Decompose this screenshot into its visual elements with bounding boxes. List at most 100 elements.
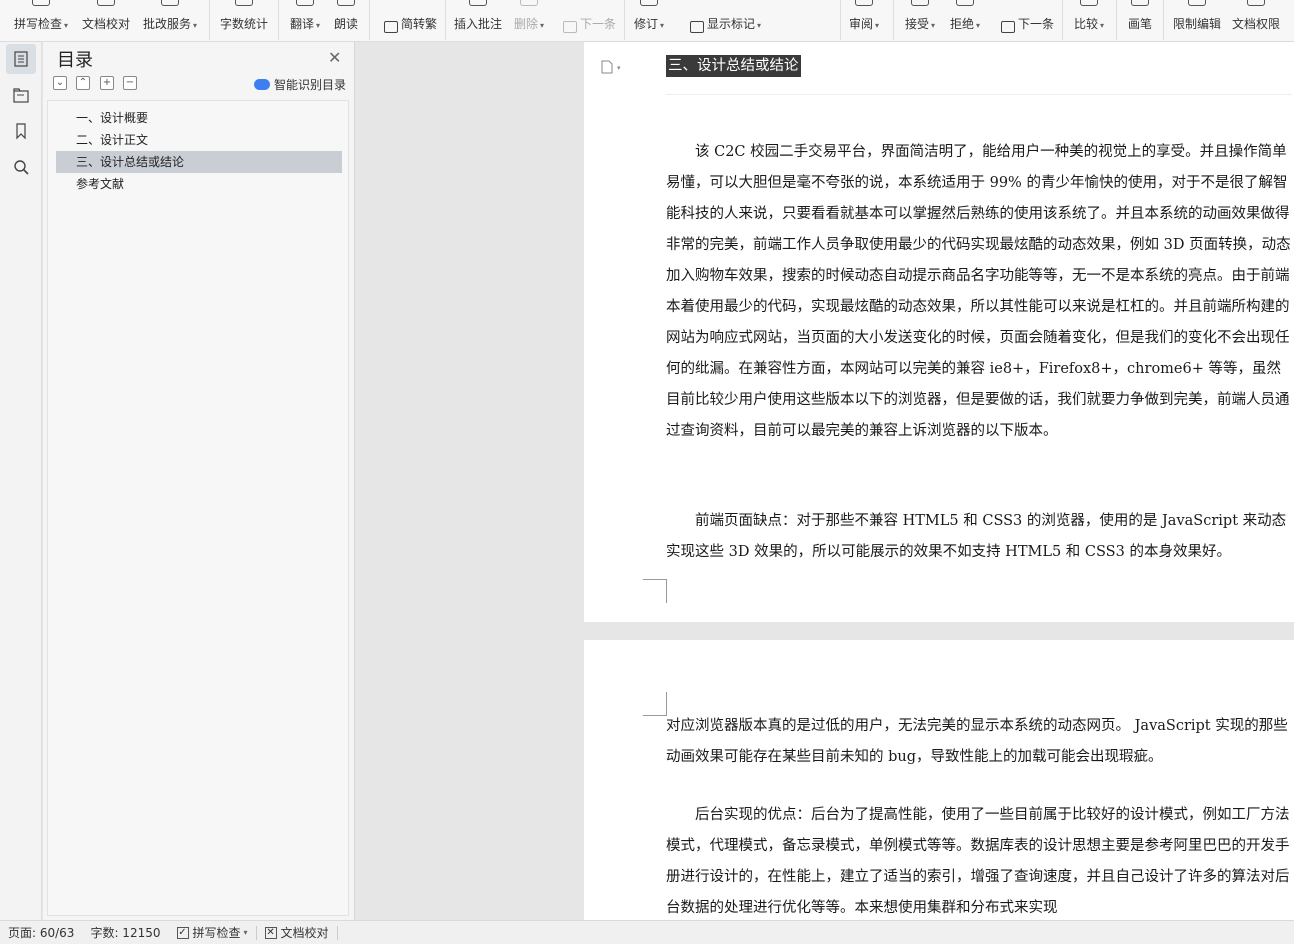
paragraph[interactable]: 前端页面缺点：对于那些不兼容 HTML5 和 CSS3 的浏览器，使用的是 Ja… bbox=[666, 506, 1292, 568]
status-divider bbox=[336, 925, 338, 940]
permission-icon bbox=[1247, 0, 1265, 6]
toc-item[interactable]: 一、设计概要 bbox=[56, 107, 342, 129]
read-aloud-button[interactable]: 朗读 bbox=[331, 0, 361, 40]
ribbon-divider bbox=[893, 0, 894, 40]
chevron-down-icon: ▾ bbox=[1100, 21, 1105, 30]
add-heading-icon[interactable]: + bbox=[100, 76, 114, 90]
next-change-button[interactable]: 下一条 bbox=[992, 0, 1054, 40]
review-service-button[interactable]: 批改服务 ▾ bbox=[140, 0, 200, 40]
spell-check-button[interactable]: 拼写检查 ▾ bbox=[10, 0, 72, 40]
ribbon-divider bbox=[445, 0, 446, 40]
page-corner-mark bbox=[643, 579, 667, 603]
restrict-editing-icon bbox=[1188, 0, 1206, 6]
next-comment-button[interactable]: 下一条 bbox=[554, 0, 616, 40]
close-icon[interactable]: ✕ bbox=[328, 48, 341, 67]
toc-item-active[interactable]: 三、设计总结或结论 bbox=[56, 151, 342, 173]
paragraph[interactable]: 后台实现的优点：后台为了提高性能，使用了一些目前属于比较好的设计模式，例如工厂方… bbox=[666, 800, 1292, 920]
search-icon bbox=[14, 160, 29, 175]
chevron-down-icon: ▾ bbox=[875, 21, 880, 30]
bookmark-icon bbox=[16, 123, 26, 140]
proof-status[interactable]: ✕ 文档校对 bbox=[257, 921, 337, 944]
accept-icon bbox=[911, 0, 929, 6]
page-indicator[interactable]: 页面: 60/63 bbox=[0, 921, 82, 944]
spell-check-status[interactable]: ✓ 拼写检查 ▾ bbox=[169, 921, 256, 944]
next-comment-icon bbox=[562, 21, 577, 33]
spell-check-icon bbox=[32, 0, 50, 6]
chevron-down-icon: ▾ bbox=[193, 21, 198, 30]
track-changes-icon bbox=[640, 0, 658, 6]
smart-toc-button[interactable]: 智能识别目录 bbox=[254, 76, 346, 93]
chapter-nav-button[interactable] bbox=[6, 80, 36, 110]
toc-panel-button[interactable] bbox=[6, 44, 36, 74]
simplified-to-traditional-button[interactable]: 简转繁 bbox=[377, 0, 437, 40]
pen-icon bbox=[1131, 0, 1149, 6]
read-aloud-icon bbox=[337, 0, 355, 6]
proof-icon: ✕ bbox=[264, 926, 277, 939]
ribbon-divider bbox=[209, 0, 210, 40]
document-permission-button[interactable]: 文档权限 bbox=[1229, 0, 1283, 40]
page-corner-mark bbox=[643, 692, 667, 716]
chevron-down-icon: ▾ bbox=[976, 21, 981, 30]
document-proof-button[interactable]: 文档校对 bbox=[80, 0, 132, 40]
ribbon-divider bbox=[1163, 0, 1164, 40]
toc-item[interactable]: 二、设计正文 bbox=[56, 129, 342, 151]
chevron-down-icon: ▾ bbox=[660, 21, 665, 30]
next-change-icon bbox=[1000, 21, 1015, 33]
document-canvas[interactable]: ▾ 三、设计总结或结论 该 C2C 校园二手交易平台，界面简洁明了，能给用户一种… bbox=[356, 42, 1294, 920]
toc-icon bbox=[14, 51, 28, 67]
bookmark-button[interactable] bbox=[6, 116, 36, 146]
document-page[interactable]: 对应浏览器版本真的是过低的用户，无法完美的显示本系统的动态网页。 JavaScr… bbox=[584, 640, 1294, 920]
ribbon-divider bbox=[1062, 0, 1063, 40]
folder-tree-icon bbox=[13, 88, 29, 103]
compare-icon bbox=[1080, 0, 1098, 6]
convert-icon bbox=[383, 21, 398, 33]
word-count-button[interactable]: 字数统计 bbox=[218, 0, 270, 40]
insert-comment-button[interactable]: 插入批注 bbox=[452, 0, 504, 40]
check-icon: ✓ bbox=[176, 926, 189, 939]
chevron-down-icon: ▾ bbox=[64, 21, 69, 30]
delete-comment-button[interactable]: 删除 ▾ bbox=[511, 0, 547, 40]
proof-icon bbox=[97, 0, 115, 6]
document-page[interactable]: ▾ 三、设计总结或结论 该 C2C 校园二手交易平台，界面简洁明了，能给用户一种… bbox=[584, 42, 1294, 622]
review-pane-icon bbox=[855, 0, 873, 6]
status-bar: 页面: 60/63 字数: 12150 ✓ 拼写检查 ▾ ✕ 文档校对 bbox=[0, 920, 1294, 944]
compare-button[interactable]: 比较 ▾ bbox=[1070, 0, 1108, 40]
navigation-rail bbox=[0, 42, 42, 920]
restrict-editing-button[interactable]: 限制编辑 bbox=[1170, 0, 1224, 40]
comment-icon bbox=[469, 0, 487, 6]
reject-icon bbox=[956, 0, 974, 6]
ribbon-divider bbox=[840, 0, 841, 40]
document-icon[interactable]: ▾ bbox=[600, 60, 628, 74]
delete-comment-icon bbox=[520, 0, 538, 6]
review-service-icon bbox=[161, 0, 179, 6]
chevron-down-icon: ▾ bbox=[756, 21, 761, 30]
review-pane-button[interactable]: 审阅 ▾ bbox=[846, 0, 882, 40]
word-count-icon bbox=[235, 0, 253, 6]
word-count[interactable]: 字数: 12150 bbox=[82, 921, 168, 944]
toc-panel: 目录 ✕ ⌄ ⌃ + − 智能识别目录 一、设计概要 二、设计正文 三、设计总结… bbox=[43, 42, 355, 920]
toc-item[interactable]: 参考文献 bbox=[56, 173, 342, 195]
reject-change-button[interactable]: 拒绝 ▾ bbox=[946, 0, 984, 40]
paragraph[interactable]: 对应浏览器版本真的是过低的用户，无法完美的显示本系统的动态网页。 JavaScr… bbox=[666, 711, 1292, 773]
heading-rule bbox=[666, 94, 1292, 95]
chevron-down-icon: ▾ bbox=[243, 928, 248, 937]
section-heading[interactable]: 三、设计总结或结论 bbox=[666, 55, 801, 77]
ribbon-toolbar: 拼写检查 ▾ 文档校对 批改服务 ▾ 字数统计 翻译 ▾ 朗读 简转繁 插入批注 删除… bbox=[0, 0, 1294, 42]
svg-text:▾: ▾ bbox=[617, 64, 621, 72]
toc-title: 目录 bbox=[57, 50, 93, 71]
accept-change-button[interactable]: 接受 ▾ bbox=[901, 0, 939, 40]
paragraph[interactable]: 该 C2C 校园二手交易平台，界面简洁明了，能给用户一种美的视觉上的享受。并且操… bbox=[666, 137, 1292, 447]
search-button[interactable] bbox=[6, 152, 36, 182]
expand-icon[interactable]: ⌃ bbox=[76, 76, 90, 90]
pen-button[interactable]: 画笔 bbox=[1124, 0, 1156, 40]
ribbon-divider bbox=[369, 0, 370, 40]
remove-heading-icon[interactable]: − bbox=[123, 76, 137, 90]
ribbon-divider bbox=[624, 0, 625, 40]
markup-icon bbox=[689, 21, 704, 33]
track-changes-button[interactable]: 修订 ▾ bbox=[630, 0, 668, 40]
show-markup-button[interactable]: 显示标记 ▾ bbox=[679, 0, 761, 40]
translate-button[interactable]: 翻译 ▾ bbox=[286, 0, 324, 40]
collapse-all-icon[interactable]: ⌄ bbox=[53, 76, 67, 90]
toc-list: 一、设计概要 二、设计正文 三、设计总结或结论 参考文献 bbox=[47, 100, 349, 916]
cloud-ai-icon bbox=[254, 79, 270, 90]
